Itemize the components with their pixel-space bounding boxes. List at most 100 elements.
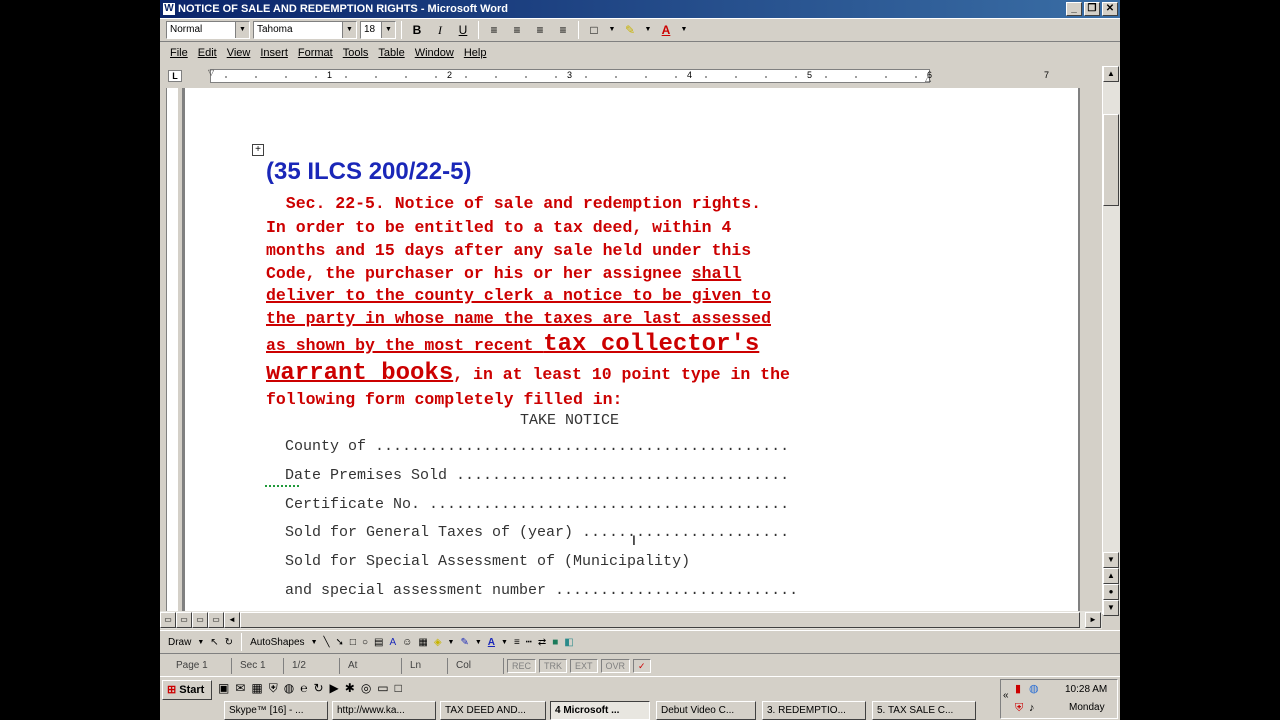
tab-selector-icon[interactable]: L: [168, 70, 182, 82]
oval-icon[interactable]: ○: [362, 637, 368, 648]
task-skype[interactable]: Skype™ [16] - ...: [224, 701, 328, 720]
tray-expand-icon[interactable]: «: [1003, 690, 1009, 701]
chevron-down-icon[interactable]: ▼: [679, 20, 689, 40]
normal-view-icon[interactable]: ▭: [160, 612, 176, 628]
arrow-style-icon[interactable]: ⇄: [538, 637, 546, 648]
task-browser[interactable]: http://www.ka...: [332, 701, 436, 720]
globe-icon[interactable]: ◍: [284, 681, 294, 699]
align-right-icon[interactable]: ≡: [530, 20, 550, 40]
calendar-icon[interactable]: ▦: [251, 681, 262, 699]
font-color-icon[interactable]: A: [656, 20, 676, 40]
justify-icon[interactable]: ≡: [553, 20, 573, 40]
menu-edit[interactable]: Edit: [198, 47, 217, 59]
scroll-left-icon[interactable]: ◄: [224, 612, 240, 628]
desktop-icon[interactable]: ▣: [218, 681, 229, 699]
horizontal-scrollbar[interactable]: ▭ ▭ ▭ ▭ ◄ ►: [160, 611, 1102, 629]
start-button[interactable]: ⊞ Start: [162, 680, 212, 700]
web-layout-icon[interactable]: ▭: [176, 612, 192, 628]
menu-tools[interactable]: Tools: [343, 47, 369, 59]
table-move-handle-icon[interactable]: +: [252, 144, 264, 156]
close-icon[interactable]: ✕: [1102, 2, 1118, 16]
vertical-ruler[interactable]: [160, 88, 182, 611]
align-left-icon[interactable]: ≡: [484, 20, 504, 40]
horizontal-ruler[interactable]: L 1 2 3 4 5 6 ▽ △ 7: [160, 66, 1120, 86]
chevron-down-icon[interactable]: ▼: [381, 22, 395, 38]
tools-icon[interactable]: ✱: [345, 681, 355, 699]
scroll-up-icon[interactable]: ▲: [1103, 66, 1119, 82]
italic-icon[interactable]: I: [430, 20, 450, 40]
task-redemption[interactable]: 3. REDEMPTIO...: [762, 701, 866, 720]
word-app-icon[interactable]: W: [162, 2, 176, 16]
select-browse-object-icon[interactable]: ●: [1103, 584, 1119, 600]
clock-time[interactable]: 10:28 AM: [1065, 684, 1107, 695]
restore-icon[interactable]: ❐: [1084, 2, 1100, 16]
borders-icon[interactable]: □: [584, 20, 604, 40]
chevron-down-icon[interactable]: ▼: [448, 639, 455, 646]
draw-menu[interactable]: Draw: [168, 637, 191, 648]
minimize-icon[interactable]: _: [1066, 2, 1082, 16]
rectangle-icon[interactable]: □: [350, 637, 356, 648]
tray-alert-icon[interactable]: ▮: [1015, 682, 1021, 695]
bold-icon[interactable]: B: [407, 20, 427, 40]
tray-network-icon[interactable]: ◍: [1029, 682, 1039, 695]
shield-icon[interactable]: ⛨: [269, 681, 278, 699]
chevron-down-icon[interactable]: ▼: [643, 20, 653, 40]
wordart-icon[interactable]: A: [389, 637, 396, 648]
task-debut-video[interactable]: Debut Video C...: [656, 701, 756, 720]
menu-file[interactable]: File: [170, 47, 188, 59]
autoshapes-menu[interactable]: AutoShapes: [250, 637, 305, 648]
refresh-icon[interactable]: ↻: [313, 681, 323, 699]
chevron-down-icon[interactable]: ▼: [607, 20, 617, 40]
scroll-down-icon[interactable]: ▼: [1103, 552, 1119, 568]
status-trk[interactable]: TRK: [539, 659, 568, 673]
folder-icon[interactable]: ▭: [377, 681, 388, 699]
scroll-right-icon[interactable]: ►: [1085, 612, 1101, 628]
chevron-down-icon[interactable]: ▼: [342, 22, 356, 38]
chevron-down-icon[interactable]: ▼: [311, 639, 318, 646]
right-indent-icon[interactable]: △: [925, 74, 931, 83]
ie-icon[interactable]: ℮: [300, 681, 307, 699]
font-color-draw-icon[interactable]: A: [488, 637, 495, 648]
arrow-icon[interactable]: ➘: [336, 637, 344, 648]
menu-format[interactable]: Format: [298, 47, 333, 59]
3d-icon[interactable]: ◧: [564, 637, 573, 648]
chevron-down-icon[interactable]: ▼: [197, 639, 204, 646]
menu-view[interactable]: View: [227, 47, 251, 59]
horizontal-scroll-thumb[interactable]: [240, 612, 1080, 628]
vertical-scrollbar[interactable]: ▲ ▼ ▲ ● ▼: [1102, 66, 1120, 616]
shadow-icon[interactable]: ■: [552, 637, 558, 648]
title-bar[interactable]: W NOTICE OF SALE AND REDEMPTION RIGHTS -…: [160, 0, 1120, 18]
spelling-status-icon[interactable]: ✓: [633, 659, 651, 673]
status-ovr[interactable]: OVR: [600, 659, 631, 673]
task-microsoft-word[interactable]: 4 Microsoft ...: [550, 701, 650, 720]
line-icon[interactable]: ╲: [324, 637, 330, 648]
clipart-icon[interactable]: ☺: [402, 637, 412, 648]
insert-picture-icon[interactable]: ▦: [418, 637, 427, 648]
outlook-icon[interactable]: ✉: [235, 681, 245, 699]
outline-view-icon[interactable]: ▭: [208, 612, 224, 628]
tray-volume-icon[interactable]: ♪: [1029, 702, 1035, 714]
next-page-icon[interactable]: ▼: [1103, 600, 1119, 616]
scroll-thumb[interactable]: [1103, 114, 1119, 206]
highlight-icon[interactable]: ✎: [620, 20, 640, 40]
chevron-down-icon[interactable]: ▼: [235, 22, 249, 38]
document-area[interactable]: + (35 ILCS 200/22-5) Sec. 22-5. Notice o…: [182, 88, 1080, 611]
print-layout-icon[interactable]: ▭: [192, 612, 208, 628]
tray-security-icon[interactable]: ⛨: [1015, 702, 1023, 715]
status-ext[interactable]: EXT: [570, 659, 598, 673]
chevron-down-icon[interactable]: ▼: [475, 639, 482, 646]
text-box-icon[interactable]: ▤: [374, 637, 383, 648]
menu-window[interactable]: Window: [415, 47, 454, 59]
fill-color-icon[interactable]: ◈: [434, 637, 442, 648]
line-color-icon[interactable]: ✎: [460, 637, 468, 648]
menu-insert[interactable]: Insert: [260, 47, 288, 59]
previous-page-icon[interactable]: ▲: [1103, 568, 1119, 584]
window-icon[interactable]: □: [395, 681, 402, 699]
document-page[interactable]: + (35 ILCS 200/22-5) Sec. 22-5. Notice o…: [185, 88, 1078, 611]
style-dropdown[interactable]: Normal ▼: [166, 21, 250, 39]
first-line-indent-icon[interactable]: ▽: [208, 68, 214, 77]
free-rotate-icon[interactable]: ↻: [225, 637, 233, 648]
font-size-dropdown[interactable]: 18 ▼: [360, 21, 396, 39]
select-objects-icon[interactable]: ↖: [210, 637, 218, 648]
media-icon[interactable]: ▶: [330, 681, 339, 699]
